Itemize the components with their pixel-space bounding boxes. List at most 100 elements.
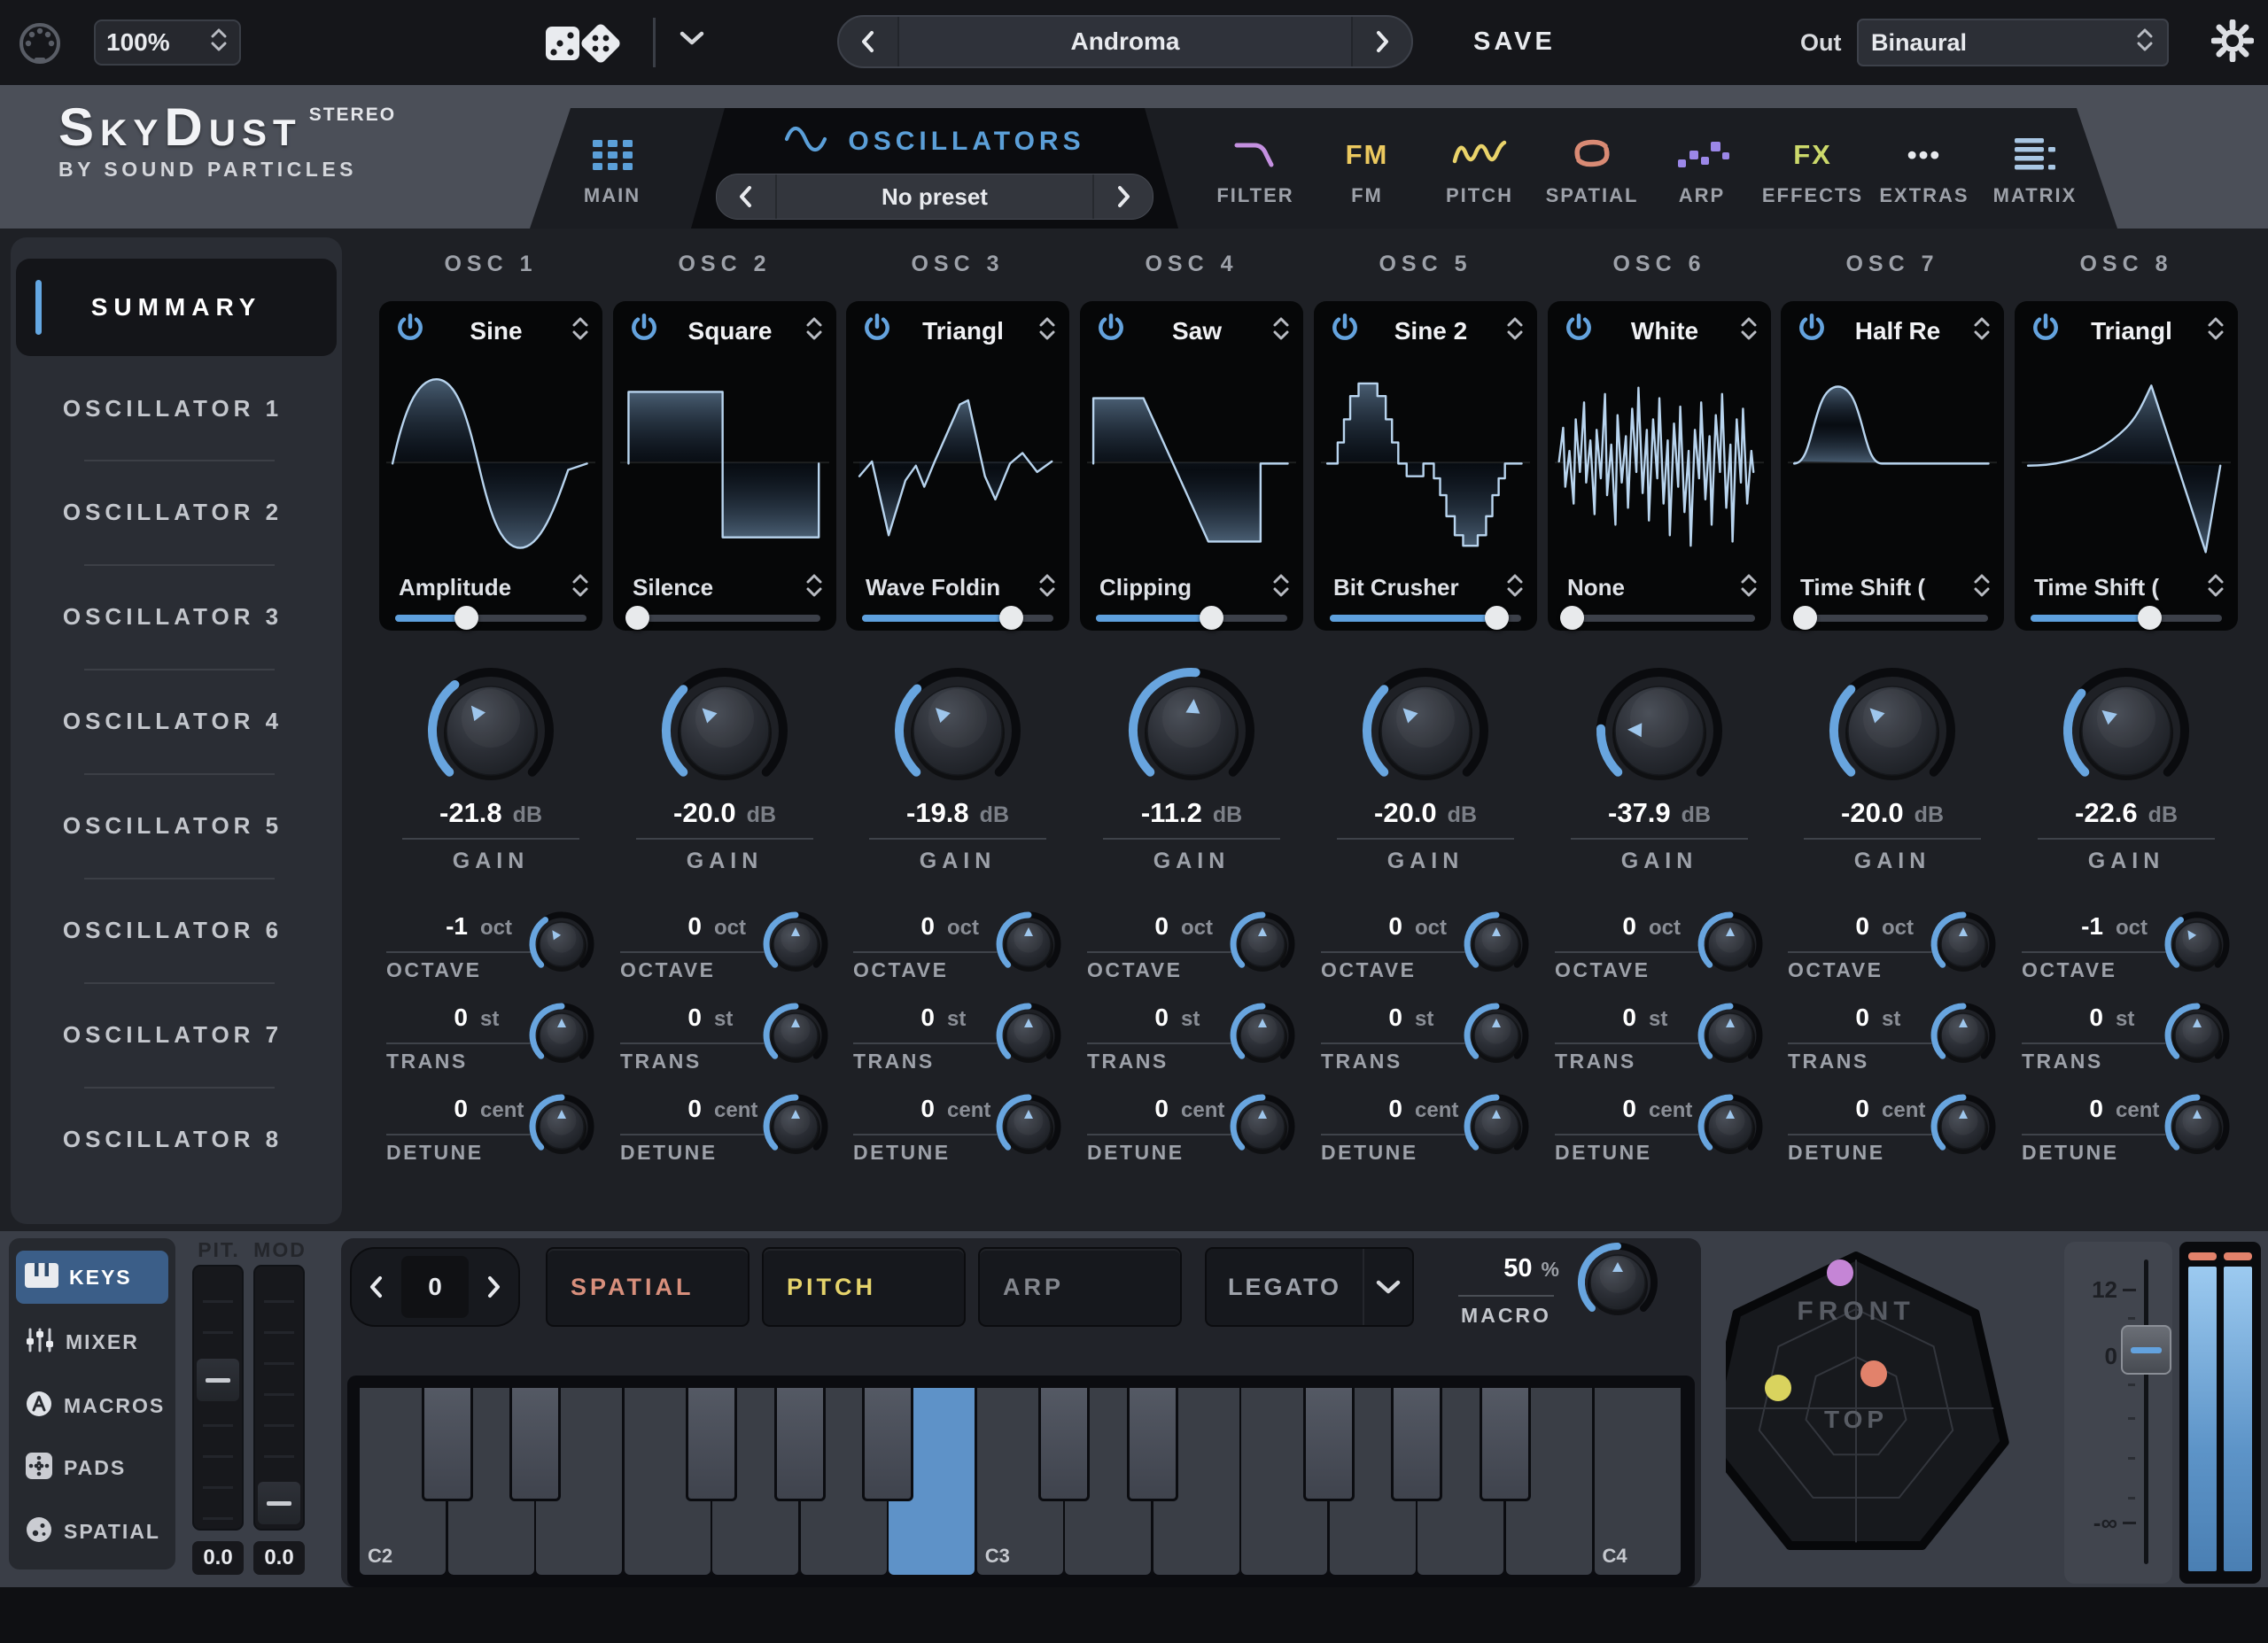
previous-osc-preset-button[interactable] xyxy=(717,174,775,219)
effect-select[interactable]: None xyxy=(1567,574,1728,601)
slider-thumb[interactable] xyxy=(1485,606,1509,630)
effect-amount-slider[interactable] xyxy=(395,606,586,629)
tab-matrix[interactable]: MATRIX xyxy=(1977,108,2093,229)
power-icon[interactable] xyxy=(1564,313,1594,347)
slider-thumb[interactable] xyxy=(1200,606,1223,630)
waveform-select[interactable]: Square xyxy=(663,317,797,345)
transpose-knob[interactable] xyxy=(991,998,1066,1077)
detune-knob[interactable] xyxy=(2160,1089,2234,1168)
settings-gear-icon[interactable] xyxy=(2211,19,2254,66)
sidebar-item-oscillator-2[interactable]: OSCILLATOR 2 xyxy=(27,484,319,540)
midi-connector-icon[interactable] xyxy=(16,19,64,72)
black-key[interactable] xyxy=(774,1388,826,1501)
detune-knob[interactable] xyxy=(1459,1089,1534,1168)
stepper-arrows-icon[interactable] xyxy=(1037,315,1057,346)
stepper-arrows-icon[interactable] xyxy=(1972,315,1992,346)
octave-knob[interactable] xyxy=(991,907,1066,986)
stepper-arrows-icon[interactable] xyxy=(1271,572,1291,603)
slider-thumb[interactable] xyxy=(1560,606,1584,630)
stepper-arrows-icon[interactable] xyxy=(804,572,824,603)
detune-knob[interactable] xyxy=(1926,1089,2000,1168)
waveform-select[interactable]: White xyxy=(1597,317,1732,345)
mod-wheel[interactable] xyxy=(253,1265,305,1531)
mod-wheel-handle[interactable] xyxy=(258,1482,300,1524)
octave-up-button[interactable] xyxy=(469,1249,518,1325)
waveform-select[interactable]: Sine 2 xyxy=(1363,317,1498,345)
sidebar-item-oscillator-4[interactable]: OSCILLATOR 4 xyxy=(27,693,319,749)
sidebar-item-summary[interactable]: SUMMARY xyxy=(16,259,337,356)
octave-knob[interactable] xyxy=(1693,907,1767,986)
tab-effects[interactable]: FX EFFECTS xyxy=(1755,108,1870,229)
effect-select[interactable]: Wave Foldin xyxy=(866,574,1027,601)
transpose-knob[interactable] xyxy=(758,998,833,1077)
effect-select[interactable]: Silence xyxy=(633,574,794,601)
preset-name[interactable]: Androma xyxy=(897,17,1353,66)
black-key[interactable] xyxy=(422,1388,473,1501)
effect-select[interactable]: Bit Crusher xyxy=(1333,574,1495,601)
effect-amount-slider[interactable] xyxy=(1330,606,1521,629)
mode-button-spatial[interactable]: SPATIAL xyxy=(546,1247,750,1327)
sidebar-item-oscillator-7[interactable]: OSCILLATOR 7 xyxy=(27,1006,319,1063)
stepper-arrows-icon[interactable] xyxy=(2206,572,2225,603)
power-icon[interactable] xyxy=(1096,313,1126,347)
sidebar-item-oscillator-8[interactable]: OSCILLATOR 8 xyxy=(27,1111,319,1167)
stepper-arrows-icon[interactable] xyxy=(1037,572,1057,603)
mode-button-arp[interactable]: ARP xyxy=(978,1247,1182,1327)
stepper-arrows-icon[interactable] xyxy=(2206,315,2225,346)
tab-pitch[interactable]: PITCH xyxy=(1422,108,1537,229)
output-mode-select[interactable]: Binaural xyxy=(1857,19,2169,66)
gain-knob[interactable] xyxy=(649,655,800,810)
next-osc-preset-button[interactable] xyxy=(1094,174,1153,219)
octave-knob[interactable] xyxy=(1459,907,1534,986)
octave-knob[interactable] xyxy=(2160,907,2234,986)
transpose-knob[interactable] xyxy=(524,998,599,1077)
nav-item-pads[interactable]: PADS xyxy=(16,1441,168,1494)
slider-thumb[interactable] xyxy=(2138,606,2162,630)
stepper-arrows-icon[interactable] xyxy=(1271,315,1291,346)
nav-item-spatial[interactable]: SPATIAL xyxy=(16,1505,168,1558)
save-button[interactable]: SAVE xyxy=(1473,27,1556,57)
gain-knob[interactable] xyxy=(1817,655,1968,810)
power-icon[interactable] xyxy=(1330,313,1360,347)
tab-filter[interactable]: FILTER xyxy=(1198,108,1313,229)
stepper-arrows-icon[interactable] xyxy=(571,572,590,603)
randomize-dice-icon[interactable] xyxy=(539,14,627,75)
power-icon[interactable] xyxy=(395,313,425,347)
effect-amount-slider[interactable] xyxy=(1797,606,1988,629)
macro-knob[interactable] xyxy=(1572,1236,1664,1333)
stepper-arrows-icon[interactable] xyxy=(1505,315,1525,346)
output-fader-handle[interactable] xyxy=(2121,1325,2171,1375)
effect-amount-slider[interactable] xyxy=(629,606,820,629)
stepper-arrows-icon[interactable] xyxy=(1972,572,1992,603)
tab-fm[interactable]: FM FM xyxy=(1309,108,1425,229)
effect-select[interactable]: Amplitude xyxy=(399,574,560,601)
black-key[interactable] xyxy=(1480,1388,1531,1501)
detune-knob[interactable] xyxy=(991,1089,1066,1168)
sidebar-item-oscillator-5[interactable]: OSCILLATOR 5 xyxy=(27,797,319,854)
black-key[interactable] xyxy=(1127,1388,1178,1501)
power-icon[interactable] xyxy=(1797,313,1827,347)
sidebar-item-oscillator-3[interactable]: OSCILLATOR 3 xyxy=(27,588,319,645)
stepper-arrows-icon[interactable] xyxy=(571,315,590,346)
effect-amount-slider[interactable] xyxy=(2031,606,2222,629)
waveform-select[interactable]: Half Re xyxy=(1830,317,1965,345)
previous-preset-button[interactable] xyxy=(839,17,897,66)
slider-thumb[interactable] xyxy=(999,606,1023,630)
octave-knob[interactable] xyxy=(1926,907,2000,986)
gain-knob[interactable] xyxy=(882,655,1033,810)
tab-spatial[interactable]: SPATIAL xyxy=(1534,108,1650,229)
output-fader-track[interactable] xyxy=(2144,1259,2148,1564)
white-key[interactable]: C4 xyxy=(1595,1388,1681,1575)
detune-knob[interactable] xyxy=(1225,1089,1300,1168)
tab-main[interactable]: MAIN xyxy=(546,108,679,229)
tab-extras[interactable]: ••• EXTRAS xyxy=(1867,108,1982,229)
waveform-select[interactable]: Triangl xyxy=(896,317,1030,345)
waveform-select[interactable]: Triangl xyxy=(2064,317,2199,345)
octave-knob[interactable] xyxy=(758,907,833,986)
transpose-knob[interactable] xyxy=(1459,998,1534,1077)
gain-knob[interactable] xyxy=(1350,655,1501,810)
detune-knob[interactable] xyxy=(1693,1089,1767,1168)
detune-knob[interactable] xyxy=(758,1089,833,1168)
stepper-arrows-icon[interactable] xyxy=(1505,572,1525,603)
waveform-select[interactable]: Saw xyxy=(1130,317,1264,345)
